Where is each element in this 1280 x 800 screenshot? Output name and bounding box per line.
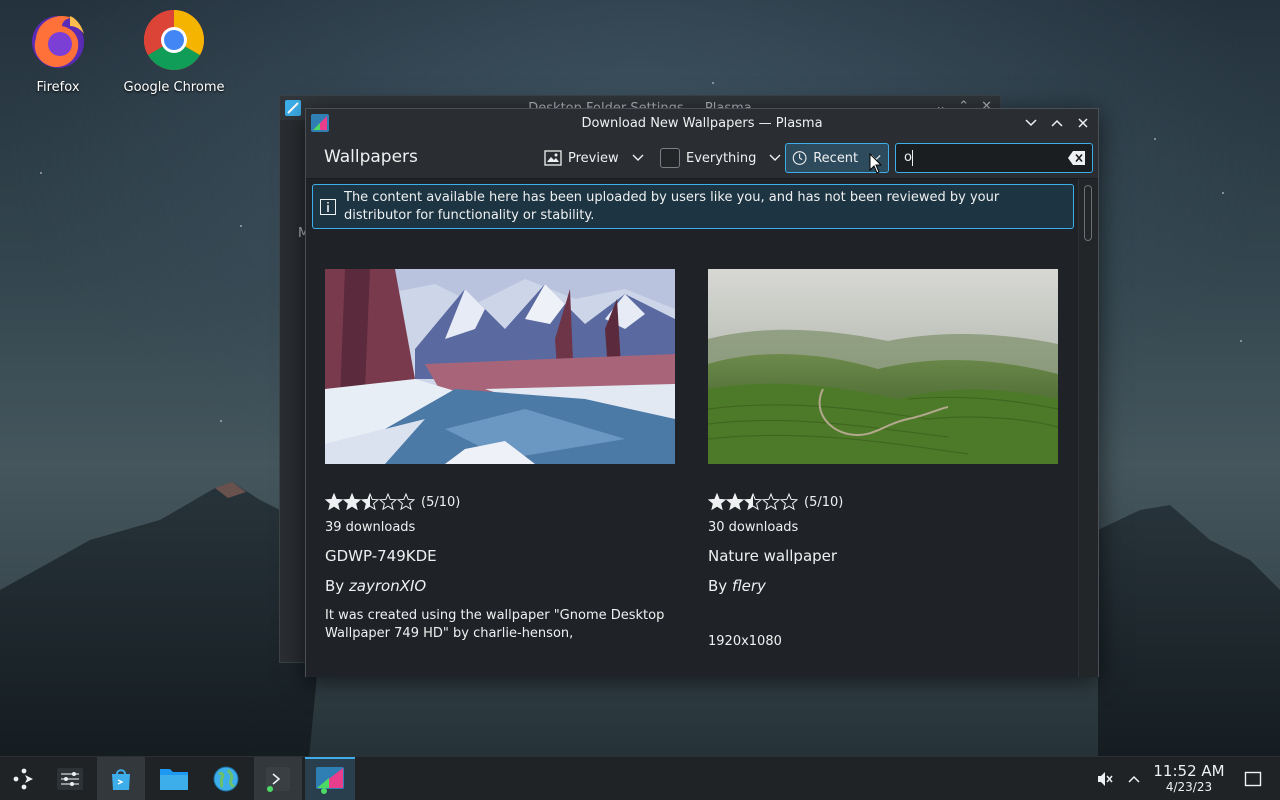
shopping-bag-icon <box>112 769 130 790</box>
wallpaper-card[interactable]: (5/10) 39 downloads GDWP-749KDE By zayro… <box>325 269 675 643</box>
show-desktop-icon <box>1244 771 1262 787</box>
wallpaper-list[interactable]: The content available here has been uplo… <box>306 179 1078 677</box>
info-banner: The content available here has been uplo… <box>312 184 1074 229</box>
search-input[interactable]: o <box>895 143 1093 173</box>
browser-task[interactable] <box>202 757 250 800</box>
show-desktop-button[interactable] <box>1242 757 1264 800</box>
search-input-value: o <box>904 150 912 165</box>
launcher-icon <box>13 768 33 790</box>
text-cursor <box>912 150 913 166</box>
firefox-icon <box>32 16 84 68</box>
wallpaper-card[interactable]: (5/10) 30 downloads Nature wallpaper By … <box>707 269 1059 651</box>
terminal-icon <box>266 767 290 792</box>
folder-icon <box>160 769 188 790</box>
file-manager-task[interactable] <box>150 757 198 800</box>
author-name[interactable]: zayronXIO <box>349 577 426 595</box>
image-icon <box>544 150 562 166</box>
plasma-app-icon <box>285 100 301 116</box>
maximize-button[interactable] <box>1048 113 1066 133</box>
window-titlebar[interactable]: Download New Wallpapers — Plasma <box>306 109 1098 137</box>
download-wallpapers-window[interactable]: Download New Wallpapers — Plasma Wallpap… <box>305 108 1099 677</box>
info-banner-text: The content available here has been uplo… <box>344 190 1000 223</box>
chevron-down-icon <box>769 154 781 161</box>
clock-date: 4/23/23 <box>1165 780 1213 794</box>
globe-icon <box>213 766 239 792</box>
author-prefix: By <box>708 577 732 595</box>
filter-dropdown[interactable]: Everything <box>654 143 788 173</box>
rating-stars <box>325 493 415 511</box>
taskbar: 11:52 AM 4/23/23 <box>0 756 1280 800</box>
system-settings-task[interactable] <box>46 757 94 800</box>
minimize-button[interactable] <box>1022 113 1040 133</box>
rating-stars <box>708 493 798 511</box>
application-launcher-button[interactable] <box>0 757 48 800</box>
author-name[interactable]: flery <box>732 577 766 595</box>
chevron-down-icon <box>1025 119 1037 127</box>
desktop-icon-label: Google Chrome <box>123 80 225 95</box>
volume-muted-button[interactable] <box>1094 757 1116 800</box>
chevron-down-icon <box>632 154 644 161</box>
download-count: 30 downloads <box>708 520 799 535</box>
wallpaper-description: 1920x1080 <box>708 634 782 649</box>
wallpaper-thumbnail[interactable] <box>707 269 1059 464</box>
vertical-scrollbar[interactable] <box>1078 179 1098 677</box>
digital-clock[interactable]: 11:52 AM 4/23/23 <box>1150 762 1228 795</box>
info-icon <box>320 199 336 215</box>
author-prefix: By <box>325 577 349 595</box>
rating-score: (5/10) <box>421 494 461 510</box>
filter-label: Everything <box>686 150 757 166</box>
rating-score: (5/10) <box>804 494 844 510</box>
rating: (5/10) <box>708 492 1058 512</box>
system-tray-expand-button[interactable] <box>1124 757 1144 800</box>
clock-icon <box>792 151 807 165</box>
wallpaper-name[interactable]: Nature wallpaper <box>708 547 1058 565</box>
window-title: Download New Wallpapers — Plasma <box>581 115 823 131</box>
view-mode-label: Preview <box>568 150 619 166</box>
plasma-app-icon <box>311 114 329 132</box>
download-count: 39 downloads <box>325 520 416 535</box>
author-line: By flery <box>708 577 1058 595</box>
clear-text-icon[interactable] <box>1068 150 1086 166</box>
scrollbar-thumb[interactable] <box>1084 185 1092 241</box>
wallpaper-description: It was created using the wallpaper "Gnom… <box>325 608 665 641</box>
author-line: By zayronXIO <box>325 577 675 595</box>
chevron-up-icon <box>1128 775 1140 783</box>
close-icon <box>1078 118 1088 128</box>
rating: (5/10) <box>325 492 675 512</box>
mouse-cursor-icon <box>869 153 883 174</box>
close-button[interactable] <box>1074 113 1092 133</box>
desktop-icon-google-chrome[interactable]: Google Chrome <box>119 8 229 95</box>
page-title: Wallpapers <box>324 147 418 167</box>
wallpaper-thumbnail[interactable] <box>325 269 675 464</box>
view-mode-dropdown[interactable]: Preview <box>538 143 651 173</box>
desktop-icon-label: Firefox <box>36 80 80 95</box>
chevron-up-icon <box>1051 119 1063 127</box>
wallpaper-name[interactable]: GDWP-749KDE <box>325 547 675 565</box>
chrome-icon <box>143 9 205 71</box>
konsole-task[interactable] <box>254 757 302 800</box>
volume-muted-icon <box>1098 772 1113 786</box>
sliders-icon <box>57 768 83 790</box>
clock-time: 11:52 AM <box>1153 762 1225 780</box>
desktop-icon-firefox[interactable]: Firefox <box>3 8 113 95</box>
plasma-app-icon <box>316 767 344 794</box>
filter-checkbox[interactable] <box>660 148 680 168</box>
sort-label: Recent <box>813 150 859 166</box>
plasma-wallpaper-task[interactable] <box>305 757 355 800</box>
discover-task[interactable] <box>97 757 145 800</box>
